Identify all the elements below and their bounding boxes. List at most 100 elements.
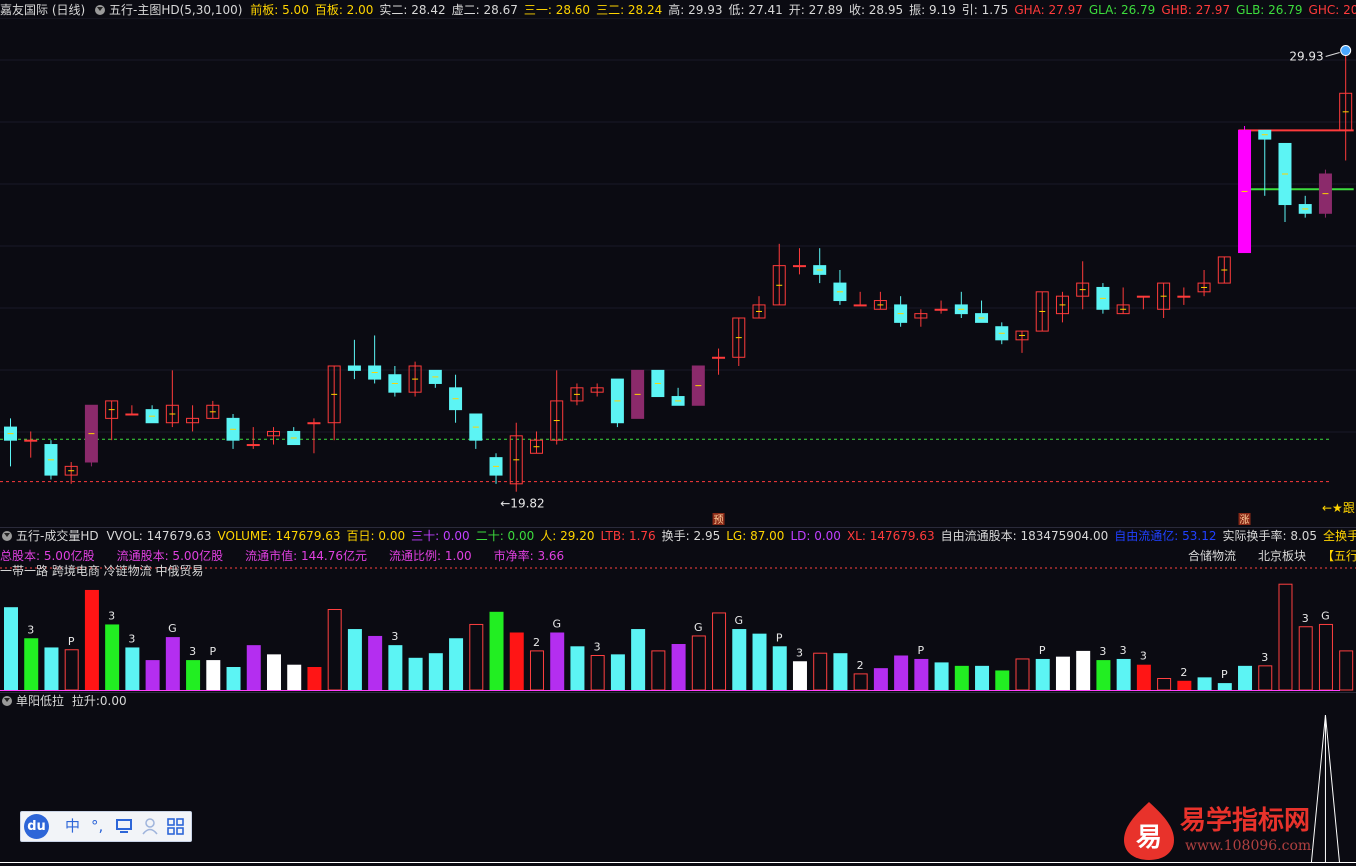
volume-bar <box>934 662 949 690</box>
volume-bar <box>712 612 727 691</box>
marker-label: 涨 <box>1240 514 1250 526</box>
volume-header-field-1: VOLUME: 147679.63 <box>217 529 341 543</box>
candle-body <box>125 413 139 416</box>
bottom-indicator-name[interactable]: 单阳低拉 <box>16 694 64 708</box>
volume-bar <box>408 657 423 690</box>
right-tag-label: ←★跟 <box>1322 501 1355 515</box>
volume-bar <box>1217 683 1232 690</box>
volume-bar <box>347 629 362 690</box>
volume-bar <box>428 653 443 690</box>
volume-bar <box>1177 680 1192 690</box>
volume-header-field-2: 百日: 0.00 <box>346 529 406 543</box>
volume-bar-label: P <box>68 635 75 648</box>
volume-header-field-8: LG: 87.00 <box>726 529 785 543</box>
volume-bar <box>388 645 403 690</box>
volume-bar <box>1339 650 1354 691</box>
volume-bar <box>853 673 868 691</box>
bottom-header: 单阳低拉 拉升:0.00 <box>0 692 131 710</box>
volume-bar <box>590 655 605 691</box>
volume-bar <box>1238 665 1253 690</box>
candle-body <box>347 365 361 371</box>
bottom-menu-icon[interactable] <box>2 696 12 706</box>
volume-bar <box>1096 660 1111 690</box>
volume-bar-label: G <box>694 621 703 634</box>
high-marker-icon <box>1340 45 1352 57</box>
info-field-4: 市净率: 3.66 <box>493 549 565 563</box>
volume-bar <box>975 665 990 690</box>
candle-body <box>853 304 867 307</box>
volume-bar <box>145 660 160 690</box>
volume-bar <box>813 652 828 691</box>
volume-bar <box>327 609 342 691</box>
volume-bar <box>449 638 464 690</box>
volume-bar-label: 3 <box>796 646 803 659</box>
info-right-tag: 【五行】 <box>1322 549 1356 563</box>
volume-bar-label: P <box>918 644 925 657</box>
volume-bar-label: 3 <box>1302 612 1309 625</box>
low-label: ←19.82 <box>500 497 544 511</box>
candle-body <box>792 265 806 268</box>
volume-bar <box>1157 678 1172 691</box>
volume-bar-label: 3 <box>391 630 398 643</box>
volume-bar-label: 3 <box>594 641 601 654</box>
chart-window: 嘉友国际 (日线) 五行-主图HD(5,30,100) 前板: 5.00 百板: … <box>0 0 1356 866</box>
bottom-field-value: 0.00 <box>99 694 127 708</box>
ime-grid-icon[interactable] <box>167 818 185 842</box>
info-field-3: 流通比例: 1.00 <box>389 549 472 563</box>
volume-bar <box>792 661 807 690</box>
volume-bar <box>752 633 767 690</box>
volume-header-field-6: LTB: 1.76 <box>600 529 656 543</box>
volume-bar-label: P <box>1039 644 1046 657</box>
volume-header-field-5: 人: 29.20 <box>540 529 595 543</box>
ime-punct[interactable]: °, <box>91 815 103 837</box>
ime-mode[interactable]: 中 <box>65 815 80 837</box>
ime-user-icon[interactable] <box>142 818 160 842</box>
info-fields: 总股本: 5.00亿股 流通股本: 5.00亿股 流通市值: 144.76亿元 流通比… <box>0 549 586 563</box>
volume-bar <box>610 654 625 690</box>
volume-header-field-3: 三十: 0.00 <box>411 529 470 543</box>
volume-bar <box>24 638 39 690</box>
ime-logo[interactable]: du <box>24 814 49 839</box>
volume-bar-label: G <box>735 614 744 627</box>
candle-body <box>307 422 321 425</box>
volume-bar <box>954 665 969 690</box>
volume-header-field-0: VVOL: 147679.63 <box>106 529 212 543</box>
volume-bar <box>671 644 686 690</box>
volume-menu-icon[interactable] <box>2 531 12 541</box>
volume-bar-label: 3 <box>189 645 196 658</box>
volume-bar <box>873 668 888 690</box>
watermark-brand: 易学指标网 <box>1180 806 1311 836</box>
watermark-logo-char: 易 <box>1136 823 1162 853</box>
volume-bar <box>1258 665 1273 691</box>
ime-keyboard-icon[interactable] <box>116 818 134 840</box>
volume-bar <box>165 637 180 690</box>
candle-body <box>934 308 948 311</box>
volume-bar <box>1298 626 1313 691</box>
volume-bar-label: 3 <box>1120 644 1127 657</box>
volume-bar <box>732 629 747 690</box>
ime-toolbar[interactable]: du 中 °, <box>20 811 192 842</box>
volume-bar <box>691 635 706 691</box>
volume-bar <box>4 607 18 690</box>
volume-bar <box>529 650 544 691</box>
volume-bar <box>570 646 585 690</box>
candle-body <box>1136 295 1150 298</box>
marker-label: 预 <box>714 514 724 526</box>
volume-bar-label: 3 <box>1261 651 1268 664</box>
info-right-2: 北京板块 <box>1258 549 1307 563</box>
volume-bar-label: G <box>1321 609 1330 622</box>
volume-bar <box>631 629 646 690</box>
volume-bar <box>489 611 504 690</box>
volume-bar <box>246 645 261 690</box>
concepts-row: 一带一路 跨境电商 冷链物流 中俄贸易 <box>0 564 204 578</box>
info-field-2: 流通市值: 144.76亿元 <box>245 549 368 563</box>
volume-bar <box>1055 656 1070 690</box>
volume-bar <box>64 649 79 691</box>
volume-indicator-name[interactable]: 五行-成交量HD <box>16 529 99 543</box>
volume-bar <box>1318 623 1333 691</box>
volume-bar <box>550 632 565 690</box>
watermark-logo-icon: 易 <box>1118 800 1180 862</box>
volume-bar <box>226 667 241 690</box>
volume-header-field-12: 自由流通亿: 53.12 <box>1114 529 1217 543</box>
volume-bar-label: 2 <box>1180 666 1187 679</box>
